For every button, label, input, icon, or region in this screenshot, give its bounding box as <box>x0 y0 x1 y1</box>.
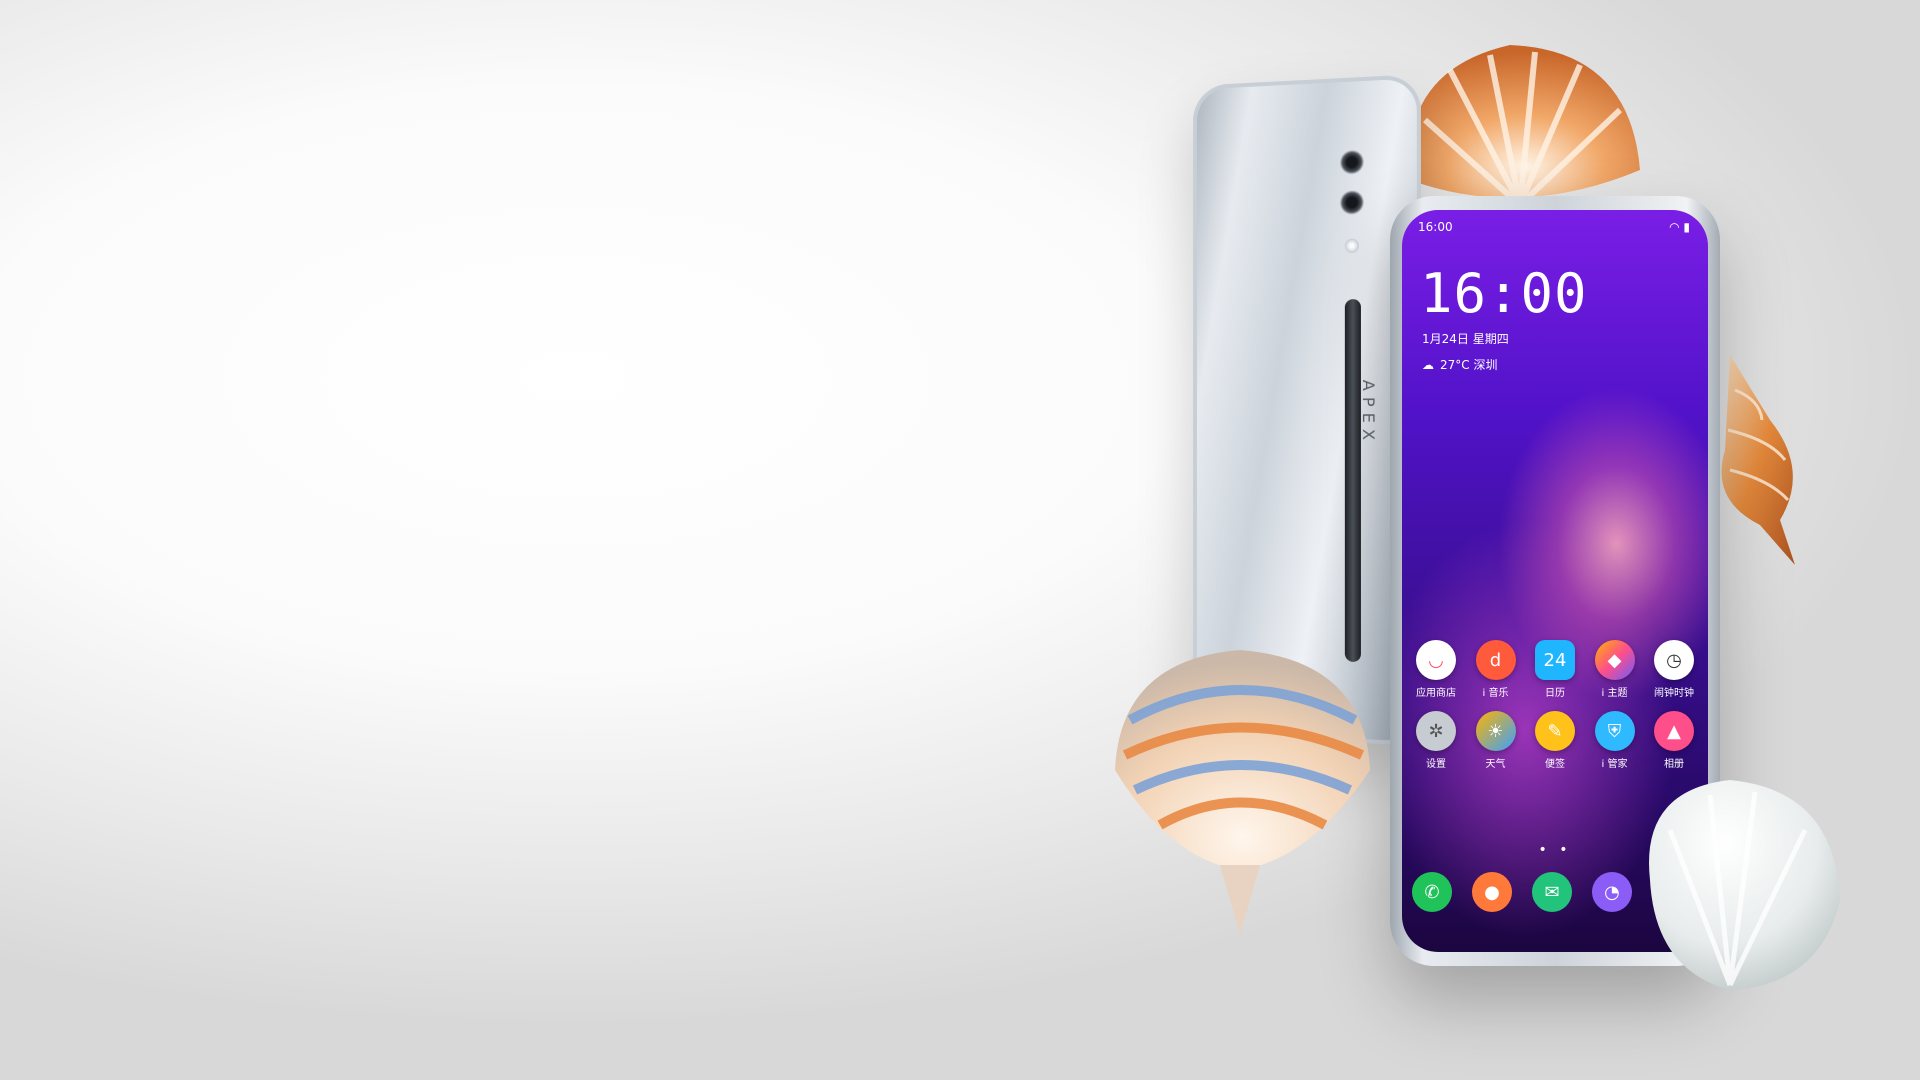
store-icon: ◡ <box>1416 640 1456 680</box>
app-label: 应用商店 <box>1416 684 1456 699</box>
weather-text: 27°C 深圳 <box>1440 356 1497 373</box>
app-row-1: ◡ 应用商店 d i 音乐 24 日历 ◆ i 主题 ◷ 闹钟时钟 <box>1408 640 1702 699</box>
lockscreen-clock: 16:00 <box>1420 262 1588 325</box>
striped-scallop-shell <box>1100 640 1380 940</box>
app-label: i 主题 <box>1602 684 1628 699</box>
rear-camera-lens-1 <box>1340 150 1364 175</box>
cloud-icon: ☁ <box>1422 358 1434 372</box>
brand-label: APEX <box>1359 380 1378 446</box>
app-settings[interactable]: ✲ 设置 <box>1408 711 1464 770</box>
gallery-icon: ▲ <box>1654 711 1694 751</box>
app-calendar[interactable]: 24 日历 <box>1527 640 1583 699</box>
app-label: 便签 <box>1545 755 1565 770</box>
theme-icon: ◆ <box>1595 640 1635 680</box>
weather-widget[interactable]: ☁ 27°C 深圳 <box>1422 356 1497 373</box>
app-theme[interactable]: ◆ i 主题 <box>1587 640 1643 699</box>
flash-icon <box>1345 239 1359 253</box>
date-text: 1月24日 星期四 <box>1422 330 1509 347</box>
app-row-2: ✲ 设置 ☀ 天气 ✎ 便签 ⛨ i 管家 ▲ 相册 <box>1408 711 1702 770</box>
status-time: 16:00 <box>1418 220 1453 238</box>
phone-icon[interactable]: ✆ <box>1412 872 1452 912</box>
app-notes[interactable]: ✎ 便签 <box>1527 711 1583 770</box>
calendar-icon: 24 <box>1535 640 1575 680</box>
app-weather[interactable]: ☀ 天气 <box>1468 711 1524 770</box>
clock-icon: ◷ <box>1654 640 1694 680</box>
status-bar: 16:00 ◠ ▮ <box>1418 220 1690 238</box>
orange-scallop-shell <box>1390 30 1650 220</box>
app-manager[interactable]: ⛨ i 管家 <box>1587 711 1643 770</box>
app-store[interactable]: ◡ 应用商店 <box>1408 640 1464 699</box>
notes-icon: ✎ <box>1535 711 1575 751</box>
app-clock[interactable]: ◷ 闹钟时钟 <box>1646 640 1702 699</box>
white-clam-shell <box>1630 770 1850 1000</box>
weather-icon: ☀ <box>1476 711 1516 751</box>
app-gallery[interactable]: ▲ 相册 <box>1646 711 1702 770</box>
rear-camera-lens-2 <box>1340 190 1364 215</box>
music-icon: d <box>1476 640 1516 680</box>
messages-icon[interactable]: ✉ <box>1532 872 1572 912</box>
contacts-icon[interactable]: ● <box>1472 872 1512 912</box>
shield-icon: ⛨ <box>1595 711 1635 751</box>
app-label: 闹钟时钟 <box>1654 684 1694 699</box>
app-label: 天气 <box>1486 755 1506 770</box>
wifi-battery-icon: ◠ ▮ <box>1669 220 1690 238</box>
browser-icon[interactable]: ◔ <box>1592 872 1632 912</box>
rear-stripe <box>1345 299 1361 662</box>
app-grid: ◡ 应用商店 d i 音乐 24 日历 ◆ i 主题 ◷ 闹钟时钟 ✲ 设置 ☀… <box>1408 640 1702 782</box>
app-label: 设置 <box>1426 755 1446 770</box>
app-label: 日历 <box>1545 684 1565 699</box>
app-music[interactable]: d i 音乐 <box>1468 640 1524 699</box>
app-label: i 管家 <box>1602 755 1628 770</box>
settings-icon: ✲ <box>1416 711 1456 751</box>
app-label: i 音乐 <box>1483 684 1509 699</box>
product-hero-stage: APEX 16:00 ◠ ▮ 16:00 1月24日 星期四 ☁ 27°C 深圳 <box>0 0 1920 1080</box>
app-label: 相册 <box>1664 755 1684 770</box>
